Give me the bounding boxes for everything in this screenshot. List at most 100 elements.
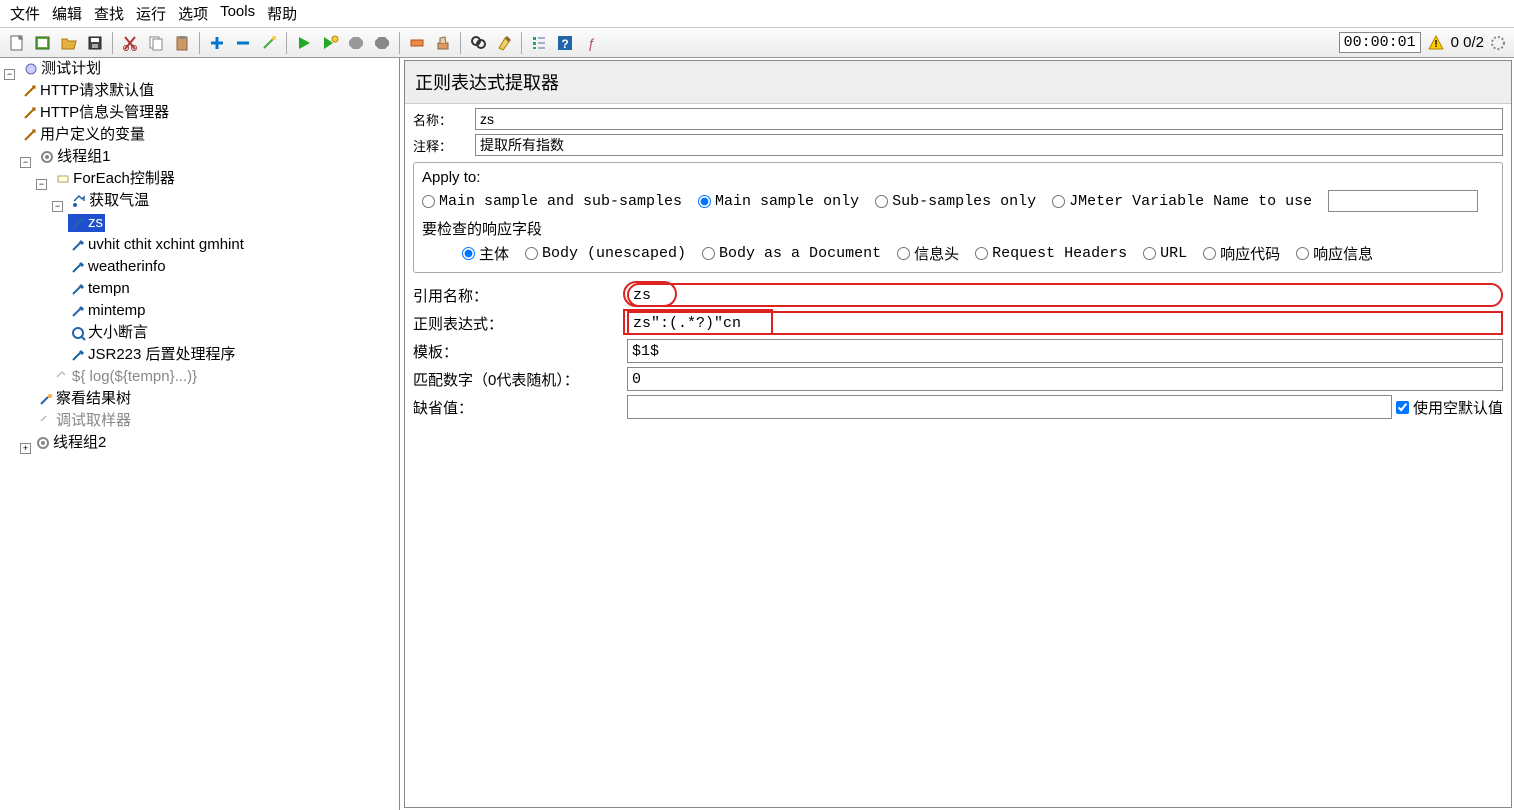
test-plan-tree[interactable]: − 测试计划 HTTP请求默认值 HTTP信息头管理器 用户定义的变量 − 线程… (0, 58, 400, 810)
regex-input[interactable] (627, 311, 1503, 335)
use-empty-checkbox[interactable]: 使用空默认值 (1396, 397, 1503, 418)
menu-run[interactable]: 运行 (132, 2, 170, 25)
tree-label: tempn (88, 280, 130, 298)
comment-input[interactable] (475, 134, 1503, 156)
new-template-icon[interactable] (30, 30, 56, 56)
save-icon[interactable] (82, 30, 108, 56)
tree-http-headers[interactable]: HTTP信息头管理器 (20, 104, 171, 122)
run-noTimers-icon[interactable] (317, 30, 343, 56)
tree-results-tree[interactable]: 察看结果树 (36, 390, 133, 408)
paste-icon[interactable] (169, 30, 195, 56)
menu-search[interactable]: 查找 (90, 2, 128, 25)
ref-name-label: 引用名称： (413, 285, 623, 306)
name-label: 名称： (413, 110, 469, 129)
field-radio-body[interactable]: 主体 (462, 243, 509, 264)
menu-tools[interactable]: Tools (216, 2, 259, 25)
tree-extractor[interactable]: uvhit cthit xchint gmhint (68, 236, 246, 254)
content-panel: 正则表达式提取器 名称： 注释： Apply to: Main sample a… (404, 60, 1512, 808)
tree-label: mintemp (88, 302, 146, 320)
checklist-icon[interactable] (526, 30, 552, 56)
search-icon[interactable] (465, 30, 491, 56)
tree-label: zs (88, 214, 103, 232)
comment-label: 注释： (413, 136, 469, 155)
field-radio-req-headers[interactable]: Request Headers (975, 245, 1127, 262)
menu-edit[interactable]: 编辑 (48, 2, 86, 25)
match-no-label: 匹配数字（0代表随机）： (413, 369, 623, 390)
tree-debug-sampler[interactable]: 调试取样器 (36, 412, 133, 430)
regex-label: 正则表达式： (413, 313, 623, 334)
toggle-icon[interactable] (404, 30, 430, 56)
tree-label: 获取气温 (89, 192, 149, 210)
default-label: 缺省值： (413, 397, 623, 418)
tree-extractor[interactable]: tempn (68, 280, 132, 298)
tree-thread-group-2[interactable]: 线程组2 (33, 434, 108, 452)
tree-thread-group-1[interactable]: 线程组1 (37, 148, 112, 166)
open-icon[interactable] (56, 30, 82, 56)
gc-icon[interactable] (1490, 35, 1506, 51)
field-radio-message[interactable]: 响应信息 (1296, 243, 1373, 264)
name-input[interactable] (475, 108, 1503, 130)
apply-radio-main[interactable]: Main sample only (698, 193, 859, 210)
tree-jsr223[interactable]: JSR223 后置处理程序 (68, 346, 238, 364)
tree-label: 大小断言 (88, 324, 148, 342)
shutdown-icon[interactable] (369, 30, 395, 56)
tree-test-plan[interactable]: 测试计划 (21, 60, 103, 78)
clear-icon[interactable] (430, 30, 456, 56)
svg-text:?: ? (561, 37, 568, 51)
ref-name-input[interactable] (627, 283, 1503, 307)
menu-help[interactable]: 帮助 (263, 2, 301, 25)
help-icon[interactable]: ? (552, 30, 578, 56)
field-radio-body-unescaped[interactable]: Body (unescaped) (525, 245, 686, 262)
field-radio-url[interactable]: URL (1143, 245, 1187, 262)
tree-toggle[interactable]: − (52, 201, 63, 212)
tree-label: 测试计划 (41, 60, 101, 78)
tree-label: ForEach控制器 (73, 170, 175, 188)
default-input[interactable] (627, 395, 1392, 419)
run-icon[interactable] (291, 30, 317, 56)
tree-http-defaults[interactable]: HTTP请求默认值 (20, 82, 156, 100)
apply-radio-sub[interactable]: Sub-samples only (875, 193, 1036, 210)
tree-label: uvhit cthit xchint gmhint (88, 236, 244, 254)
svg-text:!: ! (1434, 39, 1437, 50)
tree-extractor[interactable]: weatherinfo (68, 258, 168, 276)
tree-label: 线程组1 (57, 148, 110, 166)
wand-icon[interactable] (256, 30, 282, 56)
tree-label: JSR223 后置处理程序 (88, 346, 236, 364)
apply-radio-var[interactable]: JMeter Variable Name to use (1052, 193, 1312, 210)
tree-toggle[interactable]: + (20, 443, 31, 454)
tree-toggle[interactable]: − (36, 179, 47, 190)
apply-var-input[interactable] (1328, 190, 1478, 212)
tree-user-vars[interactable]: 用户定义的变量 (20, 126, 147, 144)
menu-options[interactable]: 选项 (174, 2, 212, 25)
field-radio-body-doc[interactable]: Body as a Document (702, 245, 881, 262)
menu-bar: 文件 编辑 查找 运行 选项 Tools 帮助 (0, 0, 1514, 28)
clear-search-icon[interactable] (491, 30, 517, 56)
field-radio-code[interactable]: 响应代码 (1203, 243, 1280, 264)
stop-icon[interactable] (343, 30, 369, 56)
tree-label: 线程组2 (53, 434, 106, 452)
apply-radio-main-sub[interactable]: Main sample and sub-samples (422, 193, 682, 210)
new-file-icon[interactable] (4, 30, 30, 56)
tree-extractor[interactable]: mintemp (68, 302, 148, 320)
minus-icon[interactable] (230, 30, 256, 56)
copy-icon[interactable] (143, 30, 169, 56)
tree-log[interactable]: ${ log(${tempn}...)} (52, 368, 199, 386)
match-no-input[interactable] (627, 367, 1503, 391)
toolbar: ? ƒ 00:00:01 ! 0 0/2 (0, 28, 1514, 58)
tree-label: ${ log(${tempn}...)} (72, 368, 197, 386)
tree-toggle[interactable]: − (4, 69, 15, 80)
cut-icon[interactable] (117, 30, 143, 56)
tree-extractor-zs[interactable]: zs (68, 214, 105, 232)
tree-assertion[interactable]: 大小断言 (68, 324, 150, 342)
tree-label: 调试取样器 (56, 412, 131, 430)
plus-icon[interactable] (204, 30, 230, 56)
warning-icon[interactable]: ! (1427, 34, 1445, 52)
apply-to-title: Apply to: (422, 169, 1494, 186)
menu-file[interactable]: 文件 (6, 2, 44, 25)
tree-toggle[interactable]: − (20, 157, 31, 168)
function-icon[interactable]: ƒ (578, 30, 604, 56)
template-input[interactable] (627, 339, 1503, 363)
tree-foreach[interactable]: ForEach控制器 (53, 170, 177, 188)
field-radio-headers[interactable]: 信息头 (897, 243, 959, 264)
tree-sampler[interactable]: 获取气温 (69, 192, 151, 210)
